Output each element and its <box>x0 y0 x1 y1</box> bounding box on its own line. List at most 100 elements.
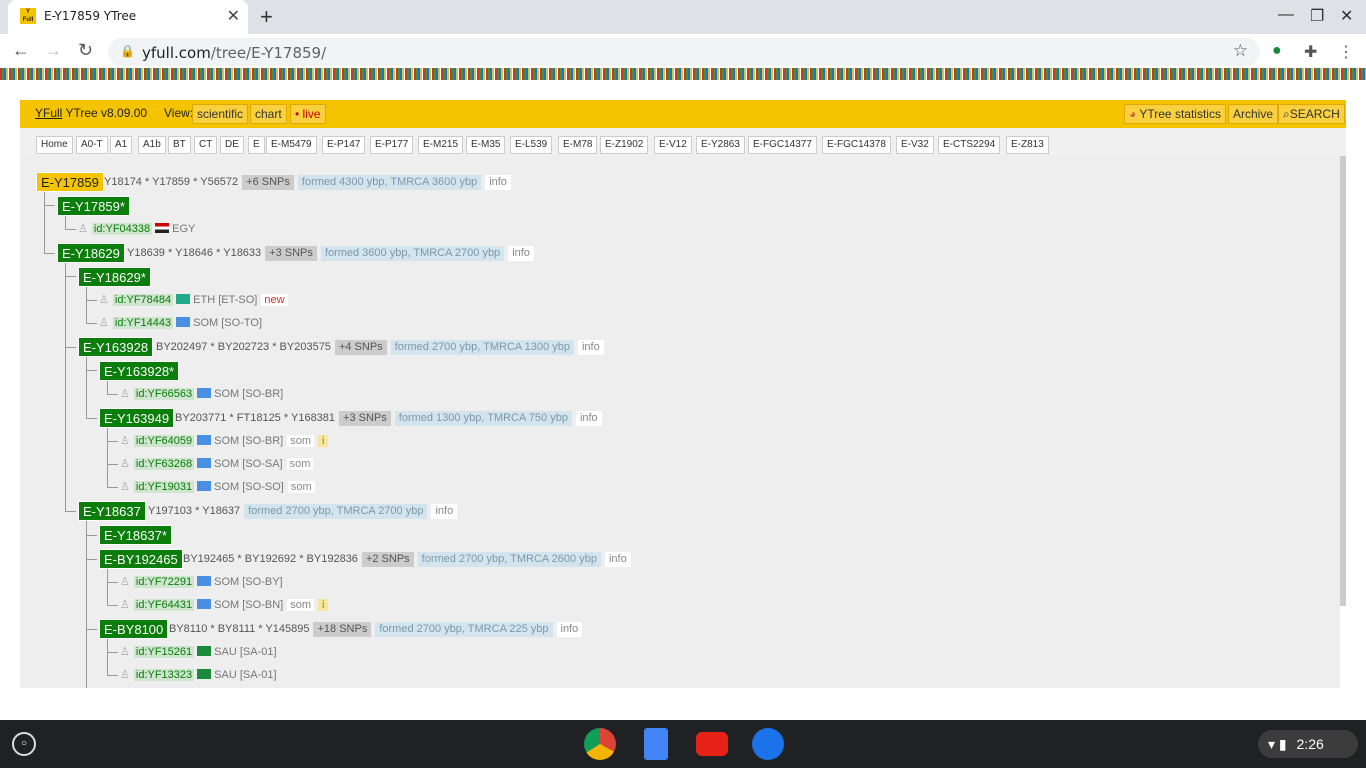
breadcrumb-tab[interactable]: E-M215 <box>418 136 464 154</box>
haplogroup-node[interactable]: E-Y18629 <box>57 243 125 263</box>
breadcrumb-tab[interactable]: DE <box>220 136 244 154</box>
snp-count-badge[interactable]: +2 SNPs <box>361 552 414 567</box>
sample-id-link[interactable]: id:YF66563 <box>133 388 195 400</box>
breadcrumb-tab[interactable]: A1 <box>110 136 133 154</box>
search-label: SEARCH <box>1289 107 1340 121</box>
address-bar[interactable]: 🔒 yfull.com/tree/E-Y17859/ ☆ <box>108 38 1260 66</box>
breadcrumb-tab[interactable]: E-L539 <box>510 136 553 154</box>
view-scientific-button[interactable]: scientific <box>192 104 249 124</box>
breadcrumb-tab[interactable]: E-FGC14378 <box>822 136 891 154</box>
sample-id-link[interactable]: id:YF78484 <box>112 294 174 306</box>
tree-connector <box>107 605 118 606</box>
breadcrumb-tab[interactable]: E-Z813 <box>1006 136 1049 154</box>
snp-count-badge[interactable]: +3 SNPs <box>265 246 317 261</box>
sample-id-link[interactable]: id:YF13323 <box>133 669 195 681</box>
sample-row: ♙ id:YF64059 SOM [SO-BR] som i <box>120 433 329 449</box>
info-link[interactable]: info <box>604 552 631 567</box>
tree-connector <box>65 276 76 277</box>
haplogroup-node[interactable]: E-Y17859 <box>36 172 104 192</box>
breadcrumb-tab[interactable]: E-P147 <box>322 136 366 154</box>
docs-icon[interactable] <box>644 728 668 760</box>
yfull-link[interactable]: YFull <box>35 106 62 120</box>
breadcrumb-tab[interactable]: E-P177 <box>370 136 414 154</box>
breadcrumb-tab[interactable]: A0-T <box>76 136 108 154</box>
chrome-icon[interactable] <box>584 728 616 760</box>
bookmark-star-icon[interactable]: ☆ <box>1233 41 1248 61</box>
haplogroup-node[interactable]: E-Y18637* <box>99 525 172 545</box>
breadcrumb-tab[interactable]: E-M35 <box>466 136 506 154</box>
tree-connector <box>65 261 66 511</box>
breadcrumb-tab[interactable]: BT <box>168 136 191 154</box>
age-estimate: formed 2700 ybp, TMRCA 2600 ybp <box>417 552 601 567</box>
archive-button[interactable]: Archive <box>1228 104 1279 124</box>
sample-id-link[interactable]: id:YF72291 <box>133 576 195 588</box>
messages-icon[interactable] <box>752 728 784 760</box>
haplogroup-node[interactable]: E-BY8100 <box>99 619 169 639</box>
breadcrumb-tab[interactable]: A1b <box>138 136 166 154</box>
breadcrumb-tab[interactable]: Home <box>36 136 73 154</box>
sample-id-link[interactable]: id:YF64431 <box>133 599 195 611</box>
sample-id-link[interactable]: id:YF14443 <box>112 317 174 329</box>
ytree-statistics-button[interactable]: ◕ YTree statistics <box>1124 104 1226 124</box>
snp-info: BY202497 * BY202723 * BY203575 +4 SNPs for… <box>156 337 604 357</box>
info-icon[interactable]: i <box>317 599 329 611</box>
sample-id-link[interactable]: id:YF04338 <box>91 223 153 235</box>
info-link[interactable]: info <box>577 340 604 355</box>
browser-tab[interactable]: Y Full E-Y17859 YTree ✕ <box>8 0 248 34</box>
close-tab-icon[interactable]: ✕ <box>227 6 240 26</box>
sample-id-link[interactable]: id:YF19031 <box>133 481 195 493</box>
breadcrumb-tab[interactable]: E-Z1902 <box>600 136 649 154</box>
snp-count-badge[interactable]: +4 SNPs <box>334 340 387 355</box>
country-label: SOM [SO-SA] <box>214 458 283 470</box>
browser-toolbar: ← → ↻ 🔒 yfull.com/tree/E-Y17859/ ☆ ● ✚ ⋮ <box>0 34 1366 68</box>
reload-icon[interactable]: ↻ <box>78 40 93 61</box>
search-button[interactable]: ⌕SEARCH <box>1278 104 1345 124</box>
sample-id-link[interactable]: id:YF64059 <box>133 435 195 447</box>
breadcrumb-tab[interactable]: E-M78 <box>558 136 598 154</box>
breadcrumb-tab[interactable]: E-FGC14377 <box>748 136 817 154</box>
view-chart-button[interactable]: chart <box>250 104 287 124</box>
haplogroup-node[interactable]: E-Y18629* <box>78 267 151 287</box>
minimize-icon[interactable]: — <box>1278 6 1294 24</box>
haplogroup-node[interactable]: E-Y163928* <box>99 361 180 381</box>
info-link[interactable]: info <box>485 175 511 190</box>
snp-count-badge[interactable]: +18 SNPs <box>313 622 372 637</box>
breadcrumb-tab[interactable]: E-Y2863 <box>696 136 745 154</box>
info-link[interactable]: info <box>556 622 583 637</box>
tree-connector <box>107 487 118 488</box>
country-label: ETH [ET-SO] <box>193 294 258 306</box>
launcher-icon[interactable]: ○ <box>12 732 36 756</box>
breadcrumb-tab[interactable]: E-V32 <box>896 136 934 154</box>
haplogroup-node[interactable]: E-BY192465 <box>99 549 183 569</box>
maximize-icon[interactable]: ❐ <box>1310 6 1324 26</box>
window-close-icon[interactable]: ✕ <box>1340 6 1353 26</box>
menu-dots-icon[interactable]: ⋮ <box>1338 42 1354 62</box>
sample-id-link[interactable]: id:YF15261 <box>133 646 195 658</box>
breadcrumb-tab[interactable]: E-V12 <box>654 136 692 154</box>
breadcrumb-tab[interactable]: E-M5479 <box>266 136 317 154</box>
info-link[interactable]: info <box>575 411 602 426</box>
snp-count-badge[interactable]: +6 SNPs <box>242 175 294 190</box>
breadcrumb-tab[interactable]: CT <box>194 136 218 154</box>
haplogroup-node[interactable]: E-Y163949 <box>99 408 175 428</box>
info-link[interactable]: info <box>431 504 458 519</box>
extension-icon[interactable]: ● <box>1272 42 1282 60</box>
breadcrumb-tab[interactable]: E <box>248 136 265 154</box>
back-icon[interactable]: ← <box>12 40 30 61</box>
scrollbar[interactable] <box>1340 156 1346 606</box>
haplogroup-node[interactable]: E-Y18637 <box>78 501 146 521</box>
system-tray[interactable]: ▾ ▮ 2:26 <box>1258 730 1358 758</box>
new-tab-icon[interactable]: + <box>260 4 273 30</box>
info-link[interactable]: info <box>508 246 534 261</box>
info-icon[interactable]: i <box>317 435 329 447</box>
snp-count-badge[interactable]: +3 SNPs <box>339 411 391 426</box>
haplogroup-node[interactable]: E-Y17859* <box>57 196 130 216</box>
breadcrumb-tab[interactable]: E-CTS2294 <box>938 136 1001 154</box>
haplogroup-node[interactable]: E-Y163928 <box>78 337 154 357</box>
sample-id-link[interactable]: id:YF63268 <box>133 458 195 470</box>
puzzle-icon[interactable]: ✚ <box>1304 42 1317 62</box>
forward-icon[interactable]: → <box>44 40 62 61</box>
view-live-button[interactable]: • live <box>290 104 326 124</box>
flag-icon <box>176 317 191 327</box>
youtube-icon[interactable] <box>696 732 728 756</box>
